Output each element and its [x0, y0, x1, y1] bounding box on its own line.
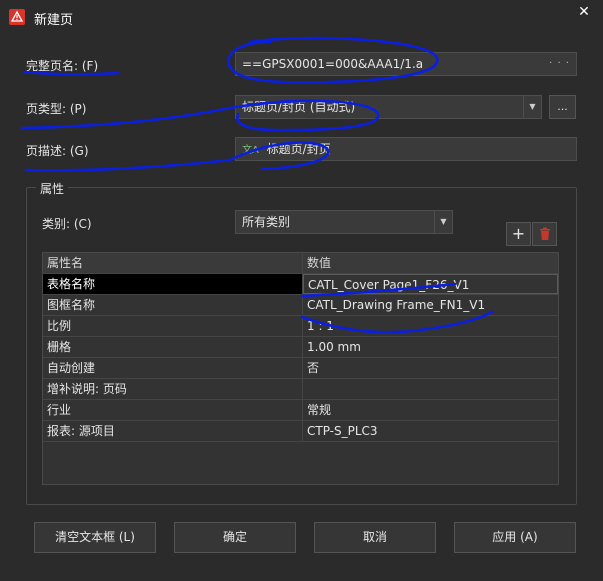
- property-value-cell[interactable]: 否: [303, 358, 558, 378]
- page-description-label: 页描述: (G): [26, 144, 89, 158]
- table-row[interactable]: 报表: 源项目 CTP-S_PLC3: [43, 421, 558, 442]
- clear-text-button[interactable]: 清空文本框 (L): [34, 522, 156, 553]
- chevron-down-icon[interactable]: ▼: [434, 211, 452, 233]
- plus-icon: +: [511, 224, 526, 243]
- table-row[interactable]: 比例 1 : 1: [43, 316, 558, 337]
- property-value-cell[interactable]: CTP-S_PLC3: [303, 421, 558, 441]
- property-name-cell: 行业: [43, 400, 303, 420]
- table-row[interactable]: 自动创建 否: [43, 358, 558, 379]
- property-value-cell[interactable]: 常规: [303, 400, 558, 420]
- multilingual-icon: 文A: [242, 145, 259, 156]
- close-icon: ✕: [578, 4, 590, 20]
- close-button[interactable]: ✕: [570, 2, 598, 24]
- trash-icon: [539, 227, 550, 240]
- full-page-name-label: 完整页名: (F): [26, 59, 99, 73]
- chevron-down-icon[interactable]: ▼: [523, 96, 541, 118]
- add-property-button[interactable]: +: [506, 222, 531, 246]
- table-row[interactable]: 表格名称 CATL_Cover Page1_F26_V1: [43, 274, 558, 295]
- delete-property-button[interactable]: [532, 222, 557, 246]
- property-table: 属性名 数值 表格名称 CATL_Cover Page1_F26_V1 图框名称…: [42, 252, 559, 485]
- property-value-cell[interactable]: 1.00 mm: [303, 337, 558, 357]
- category-select[interactable]: 所有类别 ▼: [235, 210, 453, 234]
- property-name-cell: 自动创建: [43, 358, 303, 378]
- table-row[interactable]: 图框名称 CATL_Drawing Frame_FN1_V1: [43, 295, 558, 316]
- property-name-cell: 报表: 源项目: [43, 421, 303, 441]
- property-value-cell[interactable]: [303, 379, 558, 399]
- column-header-name[interactable]: 属性名: [43, 253, 303, 273]
- ellipsis-icon: ...: [557, 100, 568, 113]
- table-row[interactable]: 行业 常规: [43, 400, 558, 421]
- warning-triangle-icon: [9, 9, 25, 25]
- page-type-label: 页类型: (P): [26, 102, 87, 116]
- full-page-name-value: ==GPSX0001=000&AAA1/1.a: [242, 57, 424, 71]
- property-name-cell: 栅格: [43, 337, 303, 357]
- page-description-value: 标题页/封页: [266, 142, 331, 156]
- property-name-cell: 表格名称: [43, 274, 303, 294]
- page-type-value: 标题页/封页 (自动式): [242, 100, 356, 114]
- category-label: 类别: (C): [42, 217, 92, 231]
- table-row[interactable]: 栅格 1.00 mm: [43, 337, 558, 358]
- window-title: 新建页: [34, 13, 74, 28]
- cancel-button[interactable]: 取消: [314, 522, 436, 553]
- property-name-cell: 比例: [43, 316, 303, 336]
- ok-button[interactable]: 确定: [174, 522, 296, 553]
- table-row[interactable]: 增补说明: 页码: [43, 379, 558, 400]
- page-type-select[interactable]: 标题页/封页 (自动式) ▼: [235, 95, 542, 119]
- page-type-more-button[interactable]: ...: [549, 95, 576, 119]
- page-description-input[interactable]: 文A 标题页/封页: [235, 137, 577, 161]
- properties-group-title: 属性: [36, 180, 69, 197]
- category-value: 所有类别: [242, 215, 291, 229]
- apply-button[interactable]: 应用 (A): [454, 522, 576, 553]
- property-value-cell[interactable]: 1 : 1: [303, 316, 558, 336]
- property-name-cell: 增补说明: 页码: [43, 379, 303, 399]
- ellipsis-icon[interactable]: · · ·: [549, 53, 570, 75]
- full-page-name-input[interactable]: ==GPSX0001=000&AAA1/1.a · · ·: [235, 52, 577, 76]
- property-value-cell[interactable]: CATL_Cover Page1_F26_V1: [303, 274, 558, 294]
- title-bar: 新建页 ✕: [0, 0, 603, 34]
- column-header-value[interactable]: 数值: [303, 253, 558, 273]
- property-value-cell[interactable]: CATL_Drawing Frame_FN1_V1: [303, 295, 558, 315]
- property-name-cell: 图框名称: [43, 295, 303, 315]
- table-header: 属性名 数值: [43, 253, 558, 274]
